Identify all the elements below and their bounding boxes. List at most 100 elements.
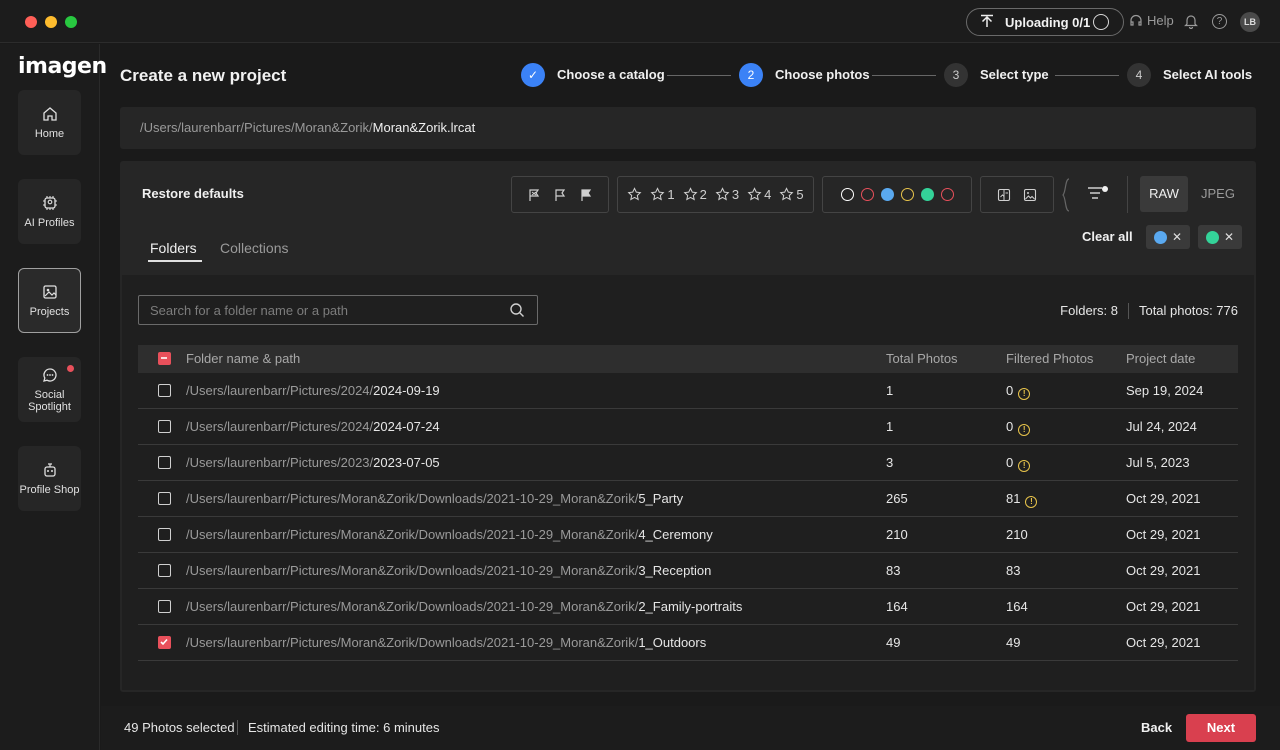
upload-status-button[interactable]: Uploading 0/1 (966, 8, 1124, 36)
info-warning-icon[interactable]: ! (1025, 496, 1038, 508)
tab-folders[interactable]: Folders (150, 240, 197, 256)
filtered-count: 83 (1006, 563, 1021, 578)
clear-all-button[interactable]: Clear all (1082, 229, 1133, 244)
row-checkbox[interactable] (158, 492, 171, 505)
sidebar: imagen Home AI Profiles Projects Social … (0, 44, 107, 750)
flag-filled-icon[interactable] (579, 188, 593, 202)
star-2-filter[interactable]: 2 (683, 187, 707, 202)
image-type-filter-group (980, 176, 1054, 213)
project-date: Jul 24, 2024 (1126, 419, 1197, 434)
row-checkbox[interactable] (158, 384, 171, 397)
filtered-count: 164 (1006, 599, 1028, 614)
star-5-filter[interactable]: 5 (779, 187, 804, 202)
unflagged-icon[interactable] (527, 188, 541, 202)
rating-filter-group: 1 2 3 4 5 (617, 176, 814, 213)
tab-collections[interactable]: Collections (220, 240, 288, 256)
table-row[interactable]: /Users/laurenbarr/Pictures/2024/2024-07-… (138, 409, 1238, 445)
filtered-count: 210 (1006, 527, 1028, 542)
catalog-path: /Users/laurenbarr/Pictures/Moran&Zorik/M… (120, 107, 1256, 149)
color-label-filter-6[interactable] (940, 188, 954, 201)
info-warning-icon[interactable]: ! (1018, 388, 1031, 400)
color-label-filter-5[interactable] (920, 188, 934, 201)
row-checkbox[interactable] (158, 600, 171, 613)
total-photos: 1 (886, 419, 894, 434)
table-row[interactable]: /Users/laurenbarr/Pictures/Moran&Zorik/D… (138, 625, 1238, 661)
edited-image-icon[interactable] (997, 188, 1011, 202)
folder-dir: /Users/laurenbarr/Pictures/Moran&Zorik/D… (186, 491, 639, 506)
question-icon[interactable]: ? (1212, 14, 1227, 29)
folder-dir: /Users/laurenbarr/Pictures/Moran&Zorik/D… (186, 563, 639, 578)
header-path[interactable]: Folder name & path (186, 345, 300, 373)
sidebar-item-ai-profiles[interactable]: AI Profiles (18, 179, 81, 244)
color-label-filter-4[interactable] (900, 188, 914, 201)
active-tab-indicator (148, 260, 202, 262)
raw-toggle[interactable]: RAW (1140, 176, 1188, 212)
search-icon[interactable] (509, 302, 525, 318)
restore-defaults-button[interactable]: Restore defaults (142, 186, 244, 201)
row-checkbox[interactable] (158, 456, 171, 469)
image-icon[interactable] (1023, 188, 1037, 202)
color-label-filter-1[interactable] (840, 188, 854, 201)
page-title: Create a new project (120, 66, 287, 85)
star-icon (650, 187, 665, 201)
star-icon (779, 187, 794, 201)
table-row[interactable]: /Users/laurenbarr/Pictures/2023/2023-07-… (138, 445, 1238, 481)
row-checkbox[interactable] (158, 564, 171, 577)
header-date[interactable]: Project date (1126, 345, 1195, 373)
star-4-filter[interactable]: 4 (747, 187, 771, 202)
sidebar-item-profile-shop[interactable]: Profile Shop (18, 446, 81, 511)
folder-path: /Users/laurenbarr/Pictures/Moran&Zorik/D… (186, 481, 683, 517)
footer-bar: 49 Photos selected Estimated editing tim… (101, 706, 1280, 750)
step-2-circle: 2 (739, 63, 763, 87)
back-button[interactable]: Back (1141, 720, 1172, 735)
jpeg-toggle[interactable]: JPEG (1198, 176, 1238, 212)
active-filter-chip-green[interactable]: ✕ (1198, 225, 1242, 249)
select-all-checkbox[interactable] (158, 352, 171, 365)
maximize-window-button[interactable] (65, 16, 77, 28)
step-1-check-icon[interactable]: ✓ (521, 63, 545, 87)
bell-icon[interactable] (1184, 14, 1198, 29)
sidebar-item-home[interactable]: Home (18, 90, 81, 155)
row-checkbox[interactable] (158, 528, 171, 541)
remove-chip-icon[interactable]: ✕ (1172, 230, 1182, 244)
help-button[interactable]: Help (1129, 13, 1174, 28)
flag-outline-icon[interactable] (553, 188, 567, 202)
title-bar: Uploading 0/1 Help ? LB (0, 0, 1280, 43)
table-row[interactable]: /Users/laurenbarr/Pictures/Moran&Zorik/D… (138, 589, 1238, 625)
next-button[interactable]: Next (1186, 714, 1256, 742)
table-row[interactable]: /Users/laurenbarr/Pictures/Moran&Zorik/D… (138, 481, 1238, 517)
search-input[interactable] (139, 296, 489, 324)
header-total[interactable]: Total Photos (886, 345, 958, 373)
star-1-filter[interactable]: 1 (650, 187, 675, 202)
star-3-filter[interactable]: 3 (715, 187, 739, 202)
table-row[interactable]: /Users/laurenbarr/Pictures/Moran&Zorik/D… (138, 517, 1238, 553)
star-icon[interactable] (627, 187, 642, 202)
close-window-button[interactable] (25, 16, 37, 28)
row-checkbox[interactable] (158, 636, 171, 649)
step-1-label[interactable]: Choose a catalog (557, 67, 665, 82)
selected-count: 49 Photos selected (124, 720, 235, 735)
table-row[interactable]: /Users/laurenbarr/Pictures/2024/2024-09-… (138, 373, 1238, 409)
table-row[interactable]: /Users/laurenbarr/Pictures/Moran&Zorik/D… (138, 553, 1238, 589)
folder-name: 1_Outdoors (638, 635, 707, 650)
sort-filter-icon[interactable] (1087, 186, 1109, 200)
remove-chip-icon[interactable]: ✕ (1224, 230, 1234, 244)
filtered-photos: 81! (1006, 481, 1038, 517)
color-label-filter-2[interactable] (860, 188, 874, 201)
catalog-file: Moran&Zorik.lrcat (372, 120, 476, 135)
filter-divider (1127, 176, 1128, 213)
row-checkbox[interactable] (158, 420, 171, 433)
step-4-label: Select AI tools (1163, 67, 1253, 82)
header-filtered[interactable]: Filtered Photos (1006, 345, 1093, 373)
color-label-filter-3[interactable] (880, 188, 894, 201)
sidebar-item-projects[interactable]: Projects (18, 268, 81, 333)
sidebar-item-social-spotlight[interactable]: Social Spotlight (18, 357, 81, 422)
minimize-window-button[interactable] (45, 16, 57, 28)
info-warning-icon[interactable]: ! (1018, 424, 1031, 436)
color-dot-icon (1205, 230, 1219, 244)
chat-icon (42, 368, 57, 382)
help-label: Help (1147, 13, 1174, 28)
avatar[interactable]: LB (1240, 12, 1260, 32)
info-warning-icon[interactable]: ! (1018, 460, 1031, 472)
active-filter-chip-blue[interactable]: ✕ (1146, 225, 1190, 249)
